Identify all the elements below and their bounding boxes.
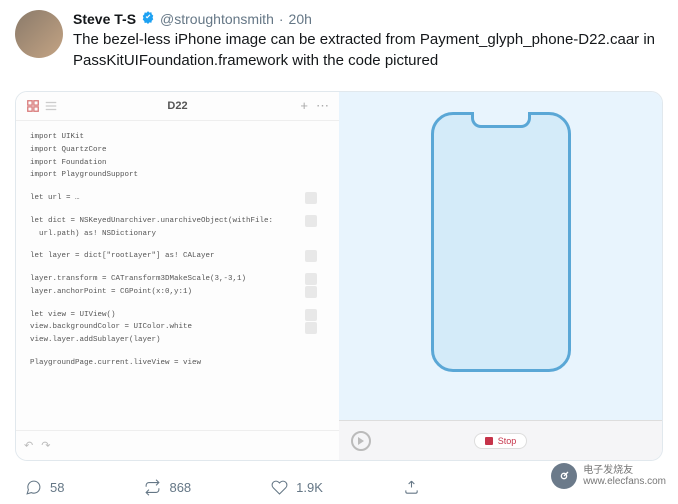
tweet-text: The bezel-less iPhone image can be extra…	[73, 29, 663, 71]
grid-icon[interactable]	[26, 99, 40, 113]
code-line: import PlaygroundSupport	[30, 169, 325, 182]
watermark: 电子发烧友 www.elecfans.com	[551, 463, 666, 489]
result-badge[interactable]	[305, 286, 317, 298]
result-badge[interactable]	[305, 250, 317, 262]
stop-icon	[485, 437, 493, 445]
result-badge[interactable]	[305, 322, 317, 334]
code-line: layer.anchorPoint = CGPoint(x:0,y:1)	[30, 286, 325, 299]
verified-icon	[141, 10, 155, 27]
code-line: let layer = dict["rootLayer"] as! CALaye…	[30, 250, 325, 263]
preview-controls: Stop	[339, 420, 662, 460]
heart-icon	[271, 479, 288, 496]
code-line: layer.transform = CATransform3DMakeScale…	[30, 273, 325, 286]
code-toolbar: D22 + ⋯	[16, 92, 339, 121]
separator: ·	[279, 11, 284, 27]
code-body[interactable]: import UIKit import QuartzCore import Fo…	[16, 121, 339, 430]
phone-notch	[471, 112, 531, 128]
code-line: view.backgroundColor = UIColor.white	[30, 321, 325, 334]
timestamp[interactable]: 20h	[289, 11, 312, 27]
watermark-title: 电子发烧友	[583, 465, 666, 476]
like-count: 1.9K	[296, 480, 323, 495]
code-line: PlaygroundPage.current.liveView = view	[30, 357, 325, 370]
tweet-header: Steve T-S @stroughtonsmith · 20h The bez…	[15, 10, 663, 71]
code-line: let view = UIView()	[30, 309, 325, 322]
reply-count: 58	[50, 480, 64, 495]
watermark-url: www.elecfans.com	[583, 476, 666, 487]
result-badge[interactable]	[305, 273, 317, 285]
file-title: D22	[167, 100, 187, 112]
undo-icon[interactable]: ↶	[24, 439, 33, 452]
code-line: import QuartzCore	[30, 144, 325, 157]
run-button[interactable]	[351, 431, 371, 451]
code-pane: D22 + ⋯ import UIKit import QuartzCore i…	[16, 92, 339, 460]
reply-icon	[25, 479, 42, 496]
reply-button[interactable]: 58	[25, 479, 64, 496]
list-icon[interactable]	[44, 99, 58, 113]
add-icon[interactable]: +	[300, 98, 308, 114]
code-line: let url = …	[30, 192, 325, 205]
share-icon	[403, 479, 420, 496]
display-name[interactable]: Steve T-S	[73, 11, 136, 27]
code-footer: ↶ ↷	[16, 430, 339, 460]
stop-label: Stop	[498, 436, 517, 446]
tweet: Steve T-S @stroughtonsmith · 20h The bez…	[0, 0, 678, 81]
preview-body	[339, 92, 662, 420]
retweet-button[interactable]: 868	[144, 479, 191, 496]
retweet-count: 868	[169, 480, 191, 495]
redo-icon[interactable]: ↷	[41, 439, 50, 452]
stop-button[interactable]: Stop	[474, 433, 528, 449]
result-badge[interactable]	[305, 309, 317, 321]
tweet-meta: Steve T-S @stroughtonsmith · 20h	[73, 10, 663, 27]
more-icon[interactable]: ⋯	[316, 98, 329, 114]
code-line: import UIKit	[30, 131, 325, 144]
result-badge[interactable]	[305, 215, 317, 227]
retweet-icon	[144, 479, 161, 496]
like-button[interactable]: 1.9K	[271, 479, 323, 496]
handle[interactable]: @stroughtonsmith	[160, 11, 274, 27]
phone-outline	[431, 112, 571, 372]
preview-pane: Stop	[339, 92, 662, 460]
tweet-media: D22 + ⋯ import UIKit import QuartzCore i…	[15, 91, 663, 461]
code-line: import Foundation	[30, 157, 325, 170]
avatar[interactable]	[15, 10, 63, 58]
result-badge[interactable]	[305, 192, 317, 204]
code-line: let dict = NSKeyedUnarchiver.unarchiveOb…	[30, 215, 325, 241]
share-button[interactable]	[403, 479, 420, 496]
code-line: view.layer.addSublayer(layer)	[30, 334, 325, 347]
watermark-logo-icon	[551, 463, 577, 489]
